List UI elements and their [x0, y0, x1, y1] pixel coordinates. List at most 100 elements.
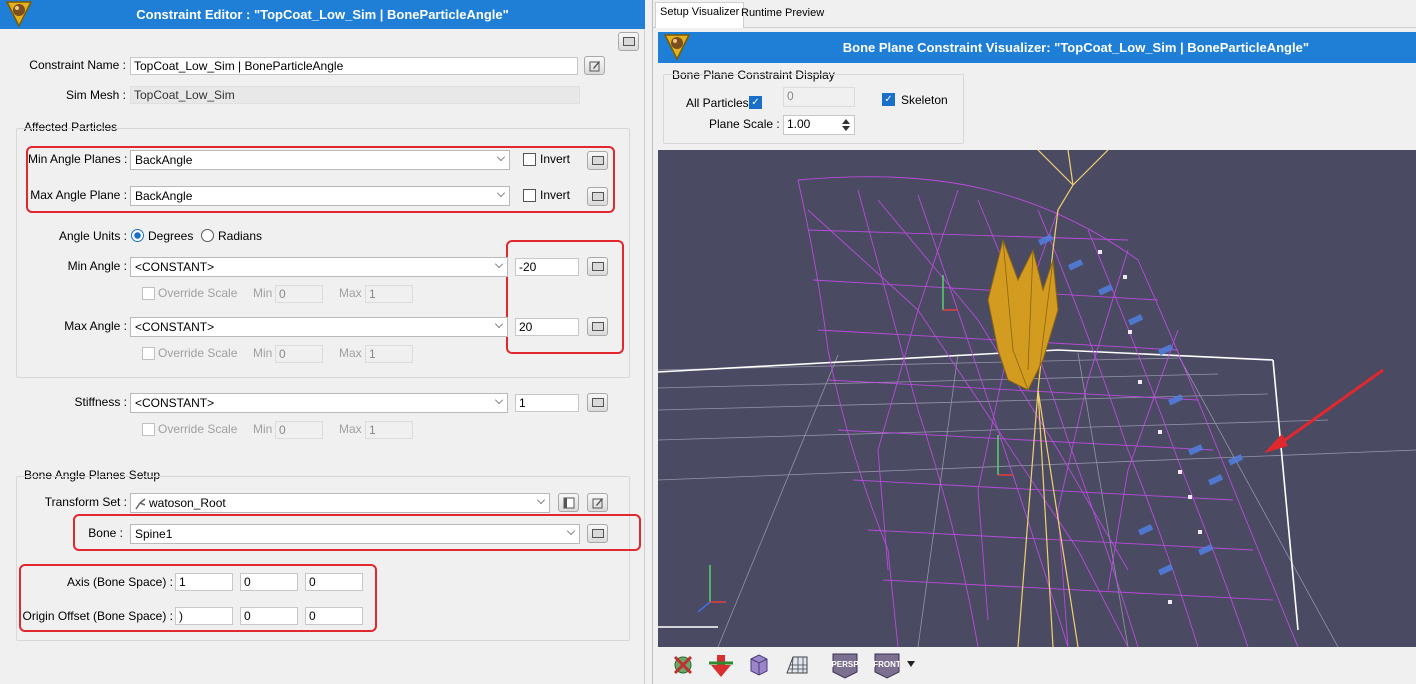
persp-label: PERSP	[831, 660, 859, 669]
max-angle-options-button[interactable]	[587, 317, 608, 336]
stiffness-override-scale-label: Override Scale	[158, 422, 238, 436]
chevron-down-icon	[495, 320, 503, 328]
min-angle-scale-min-field: 0	[275, 285, 323, 303]
max-plane-options-button[interactable]	[587, 187, 608, 206]
skeleton-label: Skeleton	[901, 93, 948, 107]
chevron-down-icon	[495, 396, 503, 404]
editor-title-bar: Constraint Editor : "TopCoat_Low_Sim | B…	[0, 0, 645, 29]
origin-y-field[interactable]: 0	[240, 607, 298, 625]
chevron-down-icon	[567, 527, 575, 535]
stiffness-value-field[interactable]: 1	[515, 394, 579, 412]
translate-tool-button[interactable]	[704, 648, 738, 682]
max-angle-scale-max-field: 1	[365, 345, 413, 363]
transform-set-edit-button[interactable]	[587, 493, 608, 512]
tab-runtime-preview[interactable]: Runtime Preview	[737, 4, 828, 22]
axis-gizmo	[697, 565, 726, 613]
edit-icon	[592, 497, 603, 508]
stiffness-label: Stiffness :	[74, 395, 127, 409]
max-angle-label: Max Angle :	[64, 319, 127, 333]
max-angle-mode-select[interactable]: <CONSTANT>	[130, 317, 508, 337]
transform-set-label: Transform Set :	[44, 495, 127, 509]
axis-x-field[interactable]: 1	[175, 573, 233, 591]
min-angle-mode-select[interactable]: <CONSTANT>	[130, 257, 508, 277]
chevron-down-icon	[537, 496, 545, 504]
bone-value: Spine1	[135, 527, 173, 541]
min-angle-label: Min Angle :	[67, 259, 127, 273]
chevron-down-icon	[495, 260, 503, 268]
max-angle-value-field[interactable]: 20	[515, 318, 579, 336]
min-angle-override-scale-label: Override Scale	[158, 286, 238, 300]
transform-set-select[interactable]: watoson_Root	[130, 493, 550, 513]
bone-label: Bone :	[88, 526, 123, 540]
min-angle-planes-value: BackAngle	[135, 153, 193, 167]
all-particles-label: All Particles	[686, 96, 749, 110]
move-tool-icon	[673, 655, 693, 675]
3d-viewport[interactable]	[658, 150, 1416, 647]
max-angle-plane-select[interactable]: BackAngle	[130, 186, 510, 206]
min-angle-value-field[interactable]: -20	[515, 258, 579, 276]
stiffness-mode-select[interactable]: <CONSTANT>	[130, 393, 508, 413]
all-particles-checkbox[interactable]: ✓	[749, 96, 762, 109]
stiffness-options-button[interactable]	[587, 393, 608, 412]
min-angle-planes-select[interactable]: BackAngle	[130, 150, 510, 170]
transform-set-view-button[interactable]	[558, 493, 579, 512]
bone-options-button[interactable]	[587, 524, 608, 543]
min-angle-scale-max-field: 1	[365, 285, 413, 303]
constraint-name-label: Constraint Name :	[29, 58, 126, 72]
stiffness-mode-value: <CONSTANT>	[135, 396, 215, 410]
max-angle-plane-value: BackAngle	[135, 189, 193, 203]
front-view-button[interactable]: FRONT	[870, 648, 904, 682]
min-angle-scale-max-label: Max	[339, 286, 362, 300]
cube-icon	[750, 654, 768, 676]
transform-set-value: watoson_Root	[149, 496, 226, 510]
max-angle-scale-min-field: 0	[275, 345, 323, 363]
stiffness-scale-min-field: 0	[275, 421, 323, 439]
constraint-editor-panel: Constraint Editor : "TopCoat_Low_Sim | B…	[0, 0, 645, 684]
translate-arrow-icon	[709, 655, 733, 677]
axis-z-field[interactable]: 0	[305, 573, 363, 591]
rename-button[interactable]	[584, 56, 605, 75]
front-label: FRONT	[873, 660, 901, 669]
visualizer-logo-icon	[660, 33, 694, 61]
bone-select[interactable]: Spine1	[130, 524, 580, 544]
plane-scale-label: Plane Scale :	[709, 117, 780, 131]
tab-setup-visualizer[interactable]: Setup Visualizer	[655, 2, 745, 28]
min-angle-options-button[interactable]	[587, 257, 608, 276]
visualizer-panel: Setup Visualizer Runtime Preview Bone Pl…	[652, 0, 1416, 684]
max-angle-scale-min-label: Min	[253, 346, 273, 360]
visualizer-tab-bar: Setup Visualizer Runtime Preview	[653, 0, 1416, 28]
min-invert-checkbox[interactable]	[523, 153, 536, 166]
min-angle-override-scale-checkbox[interactable]	[142, 287, 155, 300]
angle-units-label: Angle Units :	[58, 229, 127, 243]
viewport-toolbar: PERSP FRONT	[658, 648, 1416, 684]
stiffness-scale-max-field: 1	[365, 421, 413, 439]
max-angle-mode-value: <CONSTANT>	[135, 320, 215, 334]
origin-offset-label: Origin Offset (Bone Space) :	[22, 609, 173, 623]
stiffness-override-scale-checkbox[interactable]	[142, 423, 155, 436]
origin-x-field[interactable]: )	[175, 607, 233, 625]
constraint-name-field[interactable]: TopCoat_Low_Sim | BoneParticleAngle	[130, 57, 578, 75]
stiffness-scale-min-label: Min	[253, 422, 273, 436]
axis-y-field[interactable]: 0	[240, 573, 298, 591]
perspective-view-button[interactable]: PERSP	[828, 648, 862, 682]
view-dropdown-icon[interactable]	[906, 660, 916, 668]
max-angle-override-scale-label: Override Scale	[158, 346, 238, 360]
min-planes-options-button[interactable]	[587, 151, 608, 170]
degrees-radio[interactable]	[131, 229, 144, 242]
reset-view-button[interactable]	[666, 648, 700, 682]
grid-toggle-button[interactable]	[780, 648, 814, 682]
chevron-down-icon	[497, 189, 505, 197]
radians-label: Radians	[218, 229, 263, 243]
axis-label: Axis (Bone Space) :	[66, 575, 173, 589]
skeleton-checkbox[interactable]: ✓	[882, 93, 895, 106]
origin-z-field[interactable]: 0	[305, 607, 363, 625]
spinner-arrows-icon[interactable]	[840, 117, 852, 133]
editor-options-button[interactable]	[618, 32, 639, 51]
radians-radio[interactable]	[201, 229, 214, 242]
max-invert-checkbox[interactable]	[523, 189, 536, 202]
max-angle-override-scale-checkbox[interactable]	[142, 347, 155, 360]
chevron-down-icon	[497, 153, 505, 161]
stiffness-scale-max-label: Max	[339, 422, 362, 436]
box-select-button[interactable]	[742, 648, 776, 682]
grid-icon	[786, 656, 808, 674]
